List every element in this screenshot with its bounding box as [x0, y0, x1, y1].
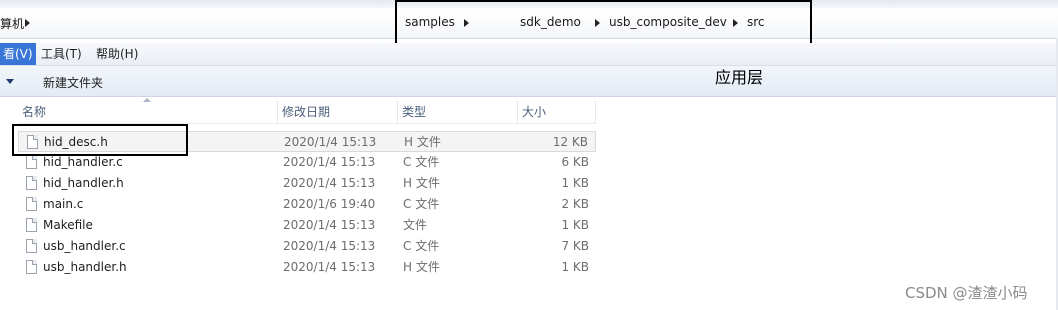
file-size: 1 KB [561, 260, 589, 274]
file-size: 7 KB [561, 239, 589, 253]
new-folder-button[interactable]: 新建文件夹 [43, 74, 103, 91]
file-icon [26, 239, 37, 253]
file-type: H 文件 [404, 135, 441, 149]
file-row[interactable]: hid_handler.h 2020/1/4 15:13 H 文件 1 KB [18, 173, 596, 194]
file-type: C 文件 [403, 155, 440, 169]
file-size: 12 KB [552, 135, 588, 149]
file-icon [26, 155, 37, 169]
file-type: C 文件 [403, 197, 440, 211]
file-size: 2 KB [561, 197, 589, 211]
file-type: H 文件 [403, 260, 440, 274]
file-date: 2020/1/4 15:13 [284, 135, 377, 149]
toolbar: 新建文件夹 [0, 66, 1058, 97]
breadcrumb-highlight-box [395, 0, 812, 45]
file-row[interactable]: Makefile 2020/1/4 15:13 文件 1 KB [18, 215, 596, 236]
file-size: 1 KB [561, 218, 589, 232]
file-row[interactable]: main.c 2020/1/6 19:40 C 文件 2 KB [18, 194, 596, 215]
menu-bar: 看(V) 工具(T) 帮助(H) [0, 43, 1058, 66]
menu-view[interactable]: 看(V) [0, 43, 36, 65]
menu-help[interactable]: 帮助(H) [93, 43, 141, 65]
file-type: 文件 [403, 218, 428, 232]
file-name: main.c [43, 197, 84, 211]
file-date: 2020/1/4 15:13 [283, 239, 376, 253]
address-left-fragment: 算机 [0, 17, 25, 31]
organize-dropdown-icon[interactable] [6, 79, 14, 84]
file-icon [26, 260, 37, 274]
column-header-name[interactable]: 名称 [18, 101, 278, 123]
menu-tools[interactable]: 工具(T) [38, 43, 85, 65]
file-row[interactable]: usb_handler.c 2020/1/4 15:13 C 文件 7 KB [18, 236, 596, 257]
file-size: 6 KB [561, 155, 589, 169]
file-name: usb_handler.c [43, 239, 126, 253]
file-date: 2020/1/4 15:13 [283, 176, 376, 190]
file-icon [26, 176, 37, 190]
file-date: 2020/1/4 15:13 [283, 260, 376, 274]
column-header-size[interactable]: 大小 [518, 101, 596, 123]
file-name: hid_handler.h [43, 176, 124, 190]
column-header-type[interactable]: 类型 [398, 101, 518, 123]
file-date: 2020/1/4 15:13 [283, 155, 376, 169]
file-icon [26, 197, 37, 211]
file-name: usb_handler.h [43, 260, 127, 274]
file-size: 1 KB [561, 176, 589, 190]
file-highlight-box [12, 124, 188, 156]
file-date: 2020/1/6 19:40 [283, 197, 376, 211]
file-icon [26, 218, 37, 232]
file-date: 2020/1/4 15:13 [283, 218, 376, 232]
file-name: Makefile [43, 218, 93, 232]
watermark: CSDN @渣渣小码 [905, 284, 1028, 302]
file-type: C 文件 [403, 239, 440, 253]
breadcrumb-arrow-icon[interactable] [25, 19, 30, 27]
file-type: H 文件 [403, 176, 440, 190]
column-header-date[interactable]: 修改日期 [278, 101, 398, 123]
annotation-label: 应用层 [715, 68, 764, 87]
file-row[interactable]: usb_handler.h 2020/1/4 15:13 H 文件 1 KB [18, 257, 596, 278]
